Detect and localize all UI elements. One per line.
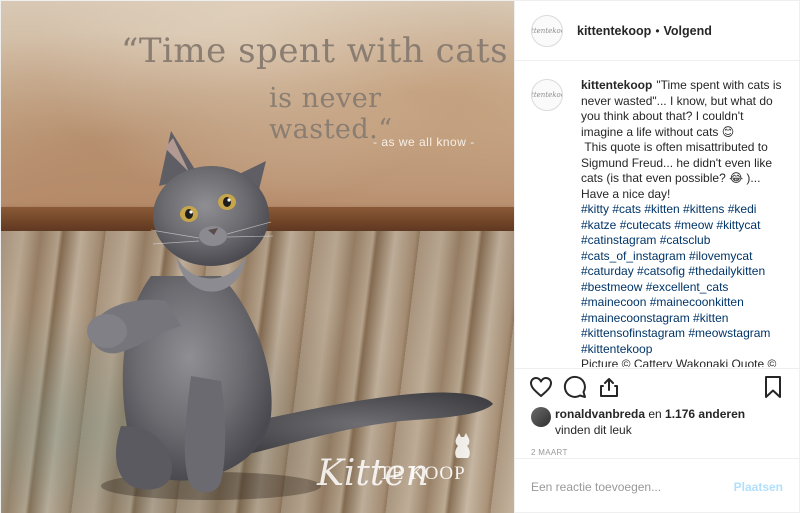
instagram-post: “Time spent with cats is never wasted.“ … [0, 0, 800, 513]
quote-line-1: “Time spent with cats [121, 31, 509, 71]
cat-silhouette-icon [455, 433, 470, 458]
caption-body: "Time spent with cats is never wasted"..… [581, 78, 782, 201]
comment-icon[interactable] [563, 375, 587, 399]
header-username[interactable]: kittentekoop [577, 24, 651, 38]
caption-credit: Picture © Cattery Wakonaki Quote © [581, 357, 777, 367]
comments-area[interactable]: kittentekoop kittentekoop"Time spent wit… [515, 62, 799, 367]
caption-hashtags[interactable]: #kitty #cats #kitten #kittens #kedi #kat… [581, 202, 774, 356]
likes-text: ronaldvanbreda en 1.176 anderen vinden d… [555, 407, 746, 437]
post-header: kittentekoop kittentekoop • Volgend [515, 1, 799, 61]
header-separator: • [655, 23, 660, 38]
liker-username[interactable]: ronaldvanbreda [555, 407, 645, 421]
comment-input[interactable] [531, 479, 734, 494]
post-comment-button[interactable]: Plaatsen [734, 480, 783, 494]
likes-summary: ronaldvanbreda en 1.176 anderen vinden d… [531, 406, 783, 438]
action-bar [515, 368, 799, 404]
post-date[interactable]: 2 MAART [531, 448, 568, 457]
caption-text: kittentekoop "Time spent with cats is nev… [581, 78, 783, 367]
avatar[interactable]: kittentekoop [531, 14, 563, 47]
post-side-panel: kittentekoop kittentekoop • Volgend kitt… [514, 1, 799, 513]
bookmark-icon[interactable] [761, 375, 785, 399]
comment-form: Plaatsen [515, 458, 799, 513]
share-icon[interactable] [597, 375, 621, 399]
follow-button[interactable]: Volgend [664, 24, 712, 38]
liker-avatar[interactable] [531, 407, 551, 427]
heart-icon[interactable] [529, 375, 553, 399]
kitten-te-koop-watermark: Kitten TE KOOP [317, 433, 497, 497]
caption-username[interactable]: kittentekoop [581, 78, 652, 92]
post-image[interactable]: “Time spent with cats is never wasted.“ … [1, 1, 514, 513]
likes-count-link[interactable]: 1.176 anderen [665, 407, 745, 421]
likes-line2: vinden dit leuk [555, 423, 632, 437]
caption-avatar[interactable]: kittentekoop [531, 79, 563, 111]
caption: kittentekoop kittentekoop"Time spent wit… [531, 78, 783, 367]
